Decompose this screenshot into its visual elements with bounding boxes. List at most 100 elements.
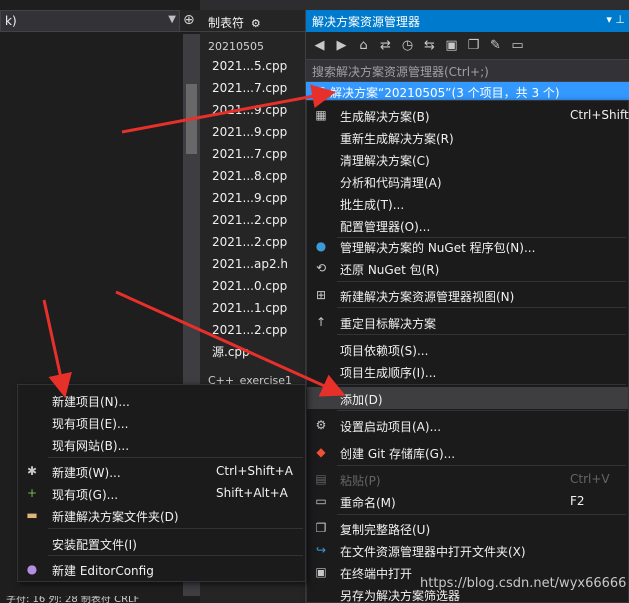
nuget-icon: ● <box>315 239 327 253</box>
solution-explorer-toolbar: ◀ ▶ ⌂ ⇄ ◷ ⇆ ▣ ❐ ✎ ▭ <box>306 32 629 60</box>
tab-item[interactable]: 2021...9.cpp <box>200 99 305 121</box>
editor-navigation-bar: k) ▼ ⊕ <box>0 10 200 32</box>
existing-item-icon: + <box>26 486 38 500</box>
tab-item[interactable]: 源.cpp <box>200 341 305 363</box>
menu-item-rebuild[interactable]: 重新生成解决方案(R) <box>307 126 628 148</box>
gear-icon[interactable]: ⚙ <box>251 17 261 30</box>
menu-item-copy-path[interactable]: ❐ 复制完整路径(U) <box>307 517 628 539</box>
menu-item-create-git[interactable]: ◆ 创建 Git 存储库(G)... <box>307 441 628 463</box>
tab-item[interactable]: 2021...5.cpp <box>200 55 305 77</box>
pin-icon[interactable]: ▾ ⊥ <box>606 13 625 26</box>
menu-separator <box>337 384 626 385</box>
add-submenu: 新建项目(N)... 现有项目(E)... 现有网站(B)... ✱ 新建项(W… <box>17 384 306 582</box>
solution-node-label: 解决方案“20210505”(3 个项目，共 3 个) <box>330 86 560 100</box>
folder-icon: ▬ <box>26 508 38 522</box>
forward-icon[interactable]: ▶ <box>334 38 349 53</box>
menu-item-label: 分析和代码清理(A) <box>340 176 442 190</box>
menu-item-shortcut: Ctrl+V <box>570 472 610 486</box>
submenu-item-new-project[interactable]: 新建项目(N)... <box>18 389 305 411</box>
back-icon[interactable]: ◀ <box>312 38 327 53</box>
open-folder-icon: ↪ <box>315 543 327 557</box>
menu-item-label: 添加(D) <box>340 393 383 407</box>
tab-item[interactable]: 2021...9.cpp <box>200 187 305 209</box>
tab-item[interactable]: 2021...ap2.h <box>200 253 305 275</box>
tab-item[interactable]: 2021...7.cpp <box>200 77 305 99</box>
new-view-icon: ⊞ <box>315 288 327 302</box>
restore-icon: ⟲ <box>315 261 327 275</box>
switch-views-icon[interactable]: ⇄ <box>378 38 393 53</box>
menu-separator <box>337 410 626 411</box>
menu-item-add[interactable]: 添加(D) <box>307 387 628 409</box>
show-all-files-icon[interactable]: ❐ <box>466 38 481 53</box>
pending-changes-icon[interactable]: ◷ <box>400 38 415 53</box>
properties-icon[interactable]: ✎ <box>488 38 503 53</box>
editorconfig-icon: ● <box>26 562 38 576</box>
solution-node[interactable]: ▣ 解决方案“20210505”(3 个项目，共 3 个) <box>306 82 629 102</box>
menu-separator <box>337 334 626 335</box>
menu-item-retarget[interactable]: ↑ 重定目标解决方案 <box>307 311 628 333</box>
tab-item[interactable]: 2021...2.cpp <box>200 209 305 231</box>
menu-item-rename[interactable]: ▭ 重命名(M) F2 <box>307 490 628 512</box>
menu-item-label: 新建项(W)... <box>52 466 121 480</box>
solution-search-input[interactable]: 搜索解决方案资源管理器(Ctrl+;) <box>306 60 629 82</box>
menu-item-paste[interactable]: ▤ 粘贴(P) Ctrl+V <box>307 468 628 490</box>
menu-item-set-startup[interactable]: ⚙ 设置启动项目(A)... <box>307 414 628 436</box>
menu-item-batch-build[interactable]: 批生成(T)... <box>307 192 628 214</box>
submenu-item-new-item[interactable]: ✱ 新建项(W)... Ctrl+Shift+A <box>18 460 305 482</box>
submenu-item-existing-item[interactable]: + 现有项(G)... Shift+Alt+A <box>18 482 305 504</box>
menu-item-build-order[interactable]: 项目生成顺序(I)... <box>307 360 628 382</box>
tab-item[interactable]: 2021...2.cpp <box>200 319 305 341</box>
tab-items: 2021...5.cpp 2021...7.cpp 2021...9.cpp 2… <box>200 55 305 363</box>
split-icon[interactable]: ⊕ <box>183 12 195 28</box>
menu-item-label: 创建 Git 存储库(G)... <box>340 447 456 461</box>
solution-explorer-title-bar: 解决方案资源管理器 ▾ ⊥ <box>306 10 629 32</box>
menu-item-analyze[interactable]: 分析和代码清理(A) <box>307 170 628 192</box>
gear-icon: ⚙ <box>315 418 327 432</box>
tab-item[interactable]: 2021...8.cpp <box>200 165 305 187</box>
tab-item[interactable]: 2021...2.cpp <box>200 231 305 253</box>
submenu-item-existing-website[interactable]: 现有网站(B)... <box>18 433 305 455</box>
menu-item-config-manager[interactable]: 配置管理器(O)... <box>307 214 628 236</box>
submenu-item-editorconfig[interactable]: ● 新建 EditorConfig <box>18 558 305 580</box>
submenu-item-install-config[interactable]: 安装配置文件(I) <box>18 532 305 554</box>
submenu-item-existing-project[interactable]: 现有项目(E)... <box>18 411 305 433</box>
menu-item-label: 还原 NuGet 包(R) <box>340 263 440 277</box>
menu-item-manage-nuget[interactable]: ● 管理解决方案的 NuGet 程序包(N)... <box>307 235 628 257</box>
menu-item-label: 管理解决方案的 NuGet 程序包(N)... <box>340 241 536 255</box>
menu-item-label: 新建项目(N)... <box>52 395 130 409</box>
menu-item-restore-nuget[interactable]: ⟲ 还原 NuGet 包(R) <box>307 257 628 279</box>
menu-item-open-folder[interactable]: ↪ 在文件资源管理器中打开文件夹(X) <box>307 539 628 561</box>
scope-dropdown[interactable]: k) ▼ <box>0 10 180 32</box>
menu-item-label: 批生成(T)... <box>340 198 405 212</box>
scrollbar-thumb[interactable] <box>186 84 197 154</box>
menu-item-dependencies[interactable]: 项目依赖项(S)... <box>307 338 628 360</box>
collapse-all-icon[interactable]: ▣ <box>444 38 459 53</box>
menu-separator <box>337 307 626 308</box>
menu-item-build[interactable]: ▦ 生成解决方案(B) Ctrl+Shift+ <box>307 104 629 126</box>
menu-separator <box>337 465 626 466</box>
submenu-item-new-solution-folder[interactable]: ▬ 新建解决方案文件夹(D) <box>18 504 305 526</box>
tab-item[interactable]: 2021...0.cpp <box>200 275 305 297</box>
menu-item-label: 新建 EditorConfig <box>52 564 154 578</box>
status-bar: 字符: 16 列: 28 制表符 CRLF <box>0 596 200 603</box>
tab-item[interactable]: 2021...1.cpp <box>200 297 305 319</box>
home-icon[interactable]: ⌂ <box>356 38 371 53</box>
menu-item-new-view[interactable]: ⊞ 新建解决方案资源管理器视图(N) <box>307 284 628 306</box>
menu-item-label: 在终端中打开 <box>340 567 413 581</box>
preview-icon[interactable]: ▭ <box>510 38 525 53</box>
solution-icon: ▣ <box>314 84 326 98</box>
menu-item-label: 项目生成顺序(I)... <box>340 366 437 380</box>
tab-item[interactable]: 2021...9.cpp <box>200 121 305 143</box>
paste-icon: ▤ <box>315 472 327 486</box>
menu-item-label: 粘贴(P) <box>340 474 381 488</box>
tab-item[interactable]: 2021...7.cpp <box>200 143 305 165</box>
menu-item-label: 生成解决方案(B) <box>340 110 430 124</box>
solution-context-menu: ▦ 生成解决方案(B) Ctrl+Shift+ 重新生成解决方案(R) 清理解决… <box>306 100 629 603</box>
retarget-icon: ↑ <box>315 315 327 329</box>
menu-item-label: 重新生成解决方案(R) <box>340 132 454 146</box>
menu-item-label: 新建解决方案文件夹(D) <box>52 510 179 524</box>
git-icon: ◆ <box>316 445 326 459</box>
sync-icon[interactable]: ⇆ <box>422 38 437 53</box>
menu-item-shortcut: Shift+Alt+A <box>216 486 288 500</box>
menu-item-clean[interactable]: 清理解决方案(C) <box>307 148 628 170</box>
